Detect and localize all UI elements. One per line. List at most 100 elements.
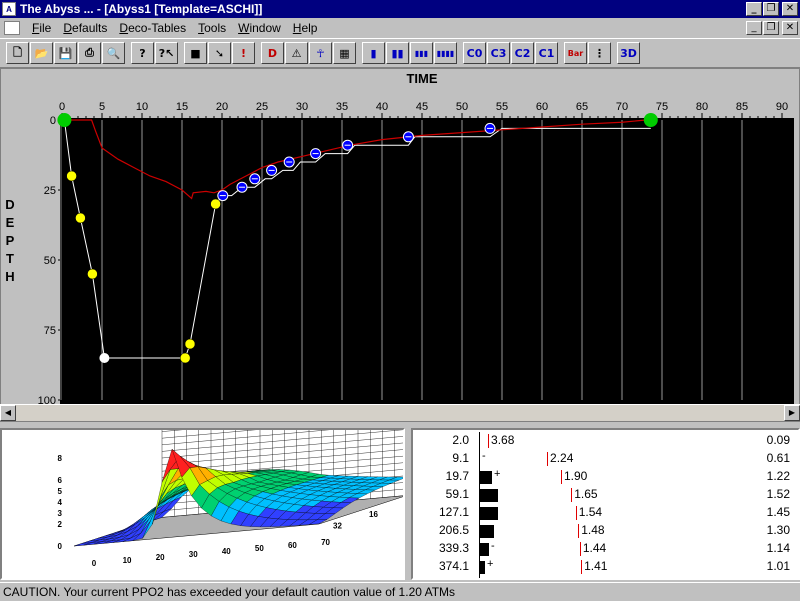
x-tick-label: 55: [496, 101, 508, 113]
y-tick-label: 32: [333, 522, 342, 531]
preview-button[interactable]: 🔍: [102, 42, 125, 64]
3d-icon: 3D: [620, 47, 637, 60]
tissue-pressure: 19.7: [413, 469, 469, 483]
c2-button[interactable]: C2: [511, 42, 534, 64]
x-tick-label: 60: [536, 101, 548, 113]
tissue-load-bar: [480, 489, 498, 502]
tissue-pressure: 206.5: [413, 523, 469, 537]
app-icon[interactable]: A: [2, 2, 16, 16]
pointer-button[interactable]: ➘: [208, 42, 231, 64]
grid-button[interactable]: ⋮: [588, 42, 611, 64]
new-icon: 🗋: [13, 44, 22, 63]
mvalue-marker: [571, 488, 572, 502]
gray-square-button[interactable]: ■: [184, 42, 207, 64]
warning-button[interactable]: ⚠: [285, 42, 308, 64]
3d-button[interactable]: 3D: [617, 42, 640, 64]
diver-button[interactable]: ☥: [309, 42, 332, 64]
dive-profile-panel: TIMEDEPTH0510152025303540455055606570758…: [0, 68, 800, 422]
menu-defaults[interactable]: Defaults: [57, 21, 113, 35]
help-icon: ?: [139, 47, 145, 60]
mvalue-marker: [578, 524, 579, 538]
x-tick-label: 40: [222, 547, 231, 556]
tissue-ratio: 0.09: [767, 433, 790, 447]
maximize-button[interactable]: ❐: [763, 2, 779, 16]
y-tick-label: 25: [44, 185, 56, 197]
x-tick-label: 40: [376, 101, 388, 113]
menu-help[interactable]: Help: [287, 21, 324, 35]
waypoint-marker: [75, 213, 85, 223]
x-tick-label: 0: [59, 101, 65, 113]
x-tick-label: 30: [189, 550, 198, 559]
title-bar: A The Abyss ... - [Abyss1 [Template=ASCH…: [0, 0, 800, 18]
mvalue-marker: [561, 470, 562, 484]
tissue-pressure: 374.1: [413, 559, 469, 573]
close-button[interactable]: ✕: [782, 2, 798, 16]
context-help-button[interactable]: ?↖: [155, 42, 178, 64]
new-button[interactable]: 🗋: [6, 42, 29, 64]
menu-window[interactable]: Window: [232, 21, 287, 35]
tissue-ratio: 1.01: [767, 559, 790, 573]
tissue-row: 374.1+1.411.01: [413, 558, 798, 576]
deco-button[interactable]: D: [261, 42, 284, 64]
x-tick-label: 50: [255, 544, 264, 553]
scroll-left-button[interactable]: ◀: [0, 405, 16, 421]
x-tick-label: 65: [576, 101, 588, 113]
doc-minimize-button[interactable]: _: [746, 21, 762, 35]
exclamation-button[interactable]: !: [232, 42, 255, 64]
tissue-pressure: 127.1: [413, 505, 469, 519]
save-button[interactable]: 💾: [54, 42, 77, 64]
print-button[interactable]: ⎙: [78, 42, 101, 64]
c2-icon: C2: [515, 47, 531, 60]
bars3-button[interactable]: ▮▮▮: [410, 42, 433, 64]
bar-button[interactable]: Bar: [564, 42, 587, 64]
tissue-pressure: 9.1: [413, 451, 469, 465]
tissue-row: 206.51.481.30: [413, 522, 798, 540]
warning-icon: ⚠: [292, 47, 302, 60]
bars4-icon: ▮▮▮▮: [437, 49, 455, 58]
doc-restore-button[interactable]: ❐: [763, 21, 779, 35]
scroll-right-button[interactable]: ▶: [784, 405, 800, 421]
document-icon[interactable]: [4, 21, 20, 35]
horizontal-scrollbar[interactable]: ◀ ▶: [0, 404, 800, 421]
menu-file[interactable]: File: [26, 21, 57, 35]
tissue-table: 2.03.680.099.1-2.240.6119.7+1.901.2259.1…: [413, 432, 798, 576]
open-icon: 📂: [35, 47, 49, 60]
y-tick-label: 50: [44, 255, 56, 267]
rainbow-button[interactable]: ▦: [333, 42, 356, 64]
c3-button[interactable]: C3: [487, 42, 510, 64]
rainbow-icon: ▦: [339, 47, 349, 60]
x-tick-label: 75: [656, 101, 668, 113]
y-tick-label: 0: [50, 115, 56, 127]
z-tick-label: 5: [58, 487, 63, 496]
tissue-row: 59.11.651.52: [413, 486, 798, 504]
bars1-button[interactable]: ▮: [362, 42, 385, 64]
c1-button[interactable]: C1: [535, 42, 558, 64]
tissue-ratio: 0.61: [767, 451, 790, 465]
menu-deco-tables[interactable]: Deco-Tables: [113, 21, 192, 35]
y-axis-title-letter: T: [6, 251, 14, 266]
y-axis-title-letter: H: [5, 269, 14, 284]
grid-icon: ⋮: [594, 47, 605, 60]
waypoint-marker: [67, 171, 77, 181]
open-button[interactable]: 📂: [30, 42, 53, 64]
z-tick-label: 2: [58, 520, 63, 529]
help-button[interactable]: ?: [131, 42, 154, 64]
x-tick-label: 20: [216, 101, 228, 113]
bars4-button[interactable]: ▮▮▮▮: [434, 42, 457, 64]
x-tick-label: 85: [736, 101, 748, 113]
waypoint-marker: [211, 199, 221, 209]
tissue-compartment-pane: 2.03.680.099.1-2.240.6119.7+1.901.2259.1…: [411, 428, 800, 580]
tissue-load-bar: [480, 561, 485, 574]
tissue-ratio: 1.14: [767, 541, 790, 555]
status-text: CAUTION. Your current PPO2 has exceeded …: [3, 585, 455, 599]
doc-close-button[interactable]: ✕: [782, 21, 798, 35]
x-tick-label: 15: [176, 101, 188, 113]
dive-profile-chart[interactable]: TIMEDEPTH0510152025303540455055606570758…: [1, 69, 799, 405]
minimize-button[interactable]: _: [746, 2, 762, 16]
c0-button[interactable]: C0: [463, 42, 486, 64]
surface-marker: [57, 113, 71, 127]
menu-tools[interactable]: Tools: [192, 21, 232, 35]
bars2-button[interactable]: ▮▮: [386, 42, 409, 64]
x-tick-label: 80: [696, 101, 708, 113]
z-tick-label: 8: [58, 454, 63, 463]
